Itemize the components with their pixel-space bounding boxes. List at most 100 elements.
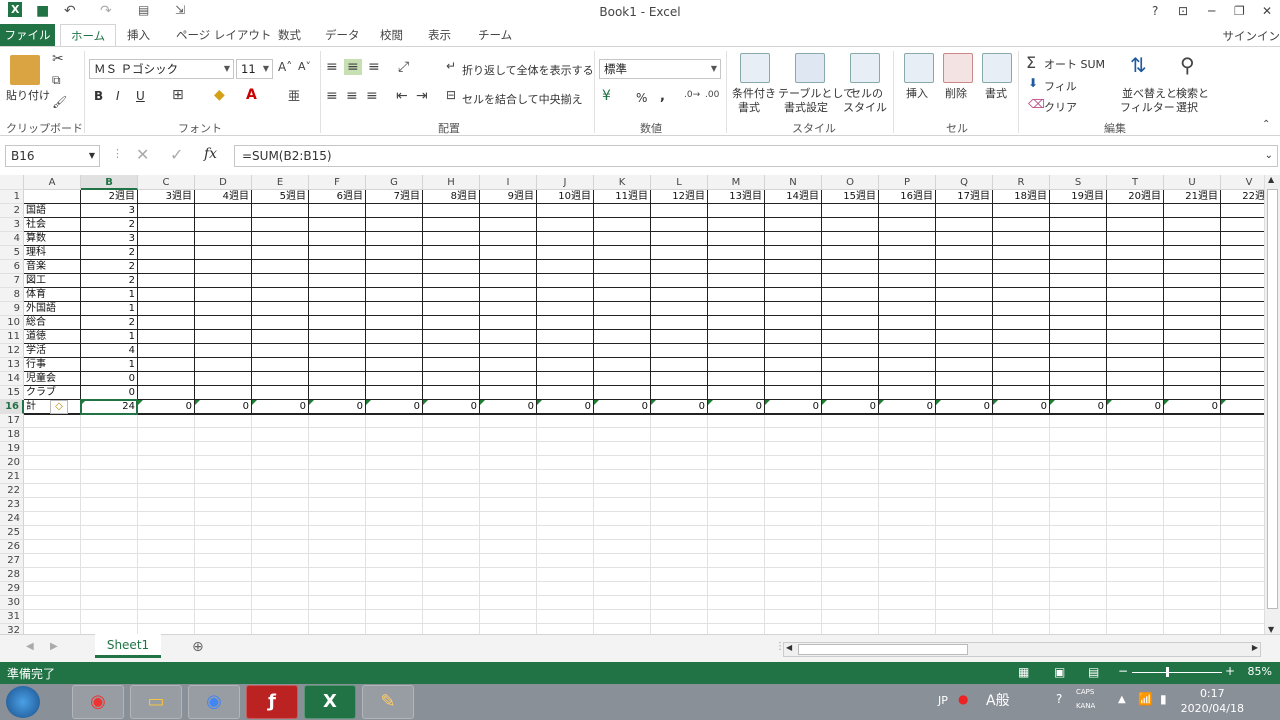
cell-m2[interactable] bbox=[708, 204, 765, 218]
tab-formulas[interactable]: 数式 bbox=[268, 24, 311, 46]
cell-j10[interactable] bbox=[537, 316, 594, 330]
cell-q9[interactable] bbox=[936, 302, 993, 316]
cell-b30[interactable] bbox=[81, 596, 138, 610]
cell-g31[interactable] bbox=[366, 610, 423, 624]
cell-j16[interactable]: 0 bbox=[537, 400, 594, 414]
cell-a20[interactable] bbox=[24, 456, 81, 470]
cell-k31[interactable] bbox=[594, 610, 651, 624]
column-header-f[interactable]: F bbox=[309, 175, 366, 190]
cell-a32[interactable] bbox=[24, 624, 81, 634]
cell-l22[interactable] bbox=[651, 484, 708, 498]
formula-input[interactable]: =SUM(B2:B15) ⌄ bbox=[234, 145, 1278, 167]
ime-mode-icon[interactable]: A般 bbox=[986, 690, 1010, 710]
cell-e6[interactable] bbox=[252, 260, 309, 274]
cell-u8[interactable] bbox=[1164, 288, 1221, 302]
cell-r10[interactable] bbox=[993, 316, 1050, 330]
cell-e4[interactable] bbox=[252, 232, 309, 246]
cell-g18[interactable] bbox=[366, 428, 423, 442]
cell-r1[interactable]: 18週目 bbox=[993, 190, 1050, 204]
italic-button[interactable]: I bbox=[116, 89, 120, 103]
cell-j5[interactable] bbox=[537, 246, 594, 260]
cell-d19[interactable] bbox=[195, 442, 252, 456]
cell-p21[interactable] bbox=[879, 470, 936, 484]
cell-s29[interactable] bbox=[1050, 582, 1107, 596]
cell-i32[interactable] bbox=[480, 624, 537, 634]
cell-q15[interactable] bbox=[936, 386, 993, 400]
cell-k17[interactable] bbox=[594, 414, 651, 428]
row-header-18[interactable]: 18 bbox=[0, 428, 24, 442]
cell-i22[interactable] bbox=[480, 484, 537, 498]
cell-m20[interactable] bbox=[708, 456, 765, 470]
cell-g23[interactable] bbox=[366, 498, 423, 512]
signin-link[interactable]: サインイン bbox=[1223, 28, 1280, 44]
cell-b2[interactable]: 3 bbox=[81, 204, 138, 218]
cell-p8[interactable] bbox=[879, 288, 936, 302]
cell-j8[interactable] bbox=[537, 288, 594, 302]
cell-g3[interactable] bbox=[366, 218, 423, 232]
cell-m24[interactable] bbox=[708, 512, 765, 526]
cell-r20[interactable] bbox=[993, 456, 1050, 470]
cell-s16[interactable]: 0 bbox=[1050, 400, 1107, 414]
cell-i13[interactable] bbox=[480, 358, 537, 372]
cell-m16[interactable]: 0 bbox=[708, 400, 765, 414]
cell-b17[interactable] bbox=[81, 414, 138, 428]
insert-cells-icon[interactable] bbox=[904, 53, 934, 83]
cell-n13[interactable] bbox=[765, 358, 822, 372]
cell-b23[interactable] bbox=[81, 498, 138, 512]
cell-m17[interactable] bbox=[708, 414, 765, 428]
cell-a14[interactable]: 児童会 bbox=[24, 372, 81, 386]
cell-b32[interactable] bbox=[81, 624, 138, 634]
cell-c28[interactable] bbox=[138, 568, 195, 582]
cell-p25[interactable] bbox=[879, 526, 936, 540]
cell-m30[interactable] bbox=[708, 596, 765, 610]
cell-h5[interactable] bbox=[423, 246, 480, 260]
paste-icon[interactable] bbox=[10, 55, 40, 85]
cell-d8[interactable] bbox=[195, 288, 252, 302]
cell-n18[interactable] bbox=[765, 428, 822, 442]
cell-d15[interactable] bbox=[195, 386, 252, 400]
cell-r2[interactable] bbox=[993, 204, 1050, 218]
cell-o28[interactable] bbox=[822, 568, 879, 582]
cell-l17[interactable] bbox=[651, 414, 708, 428]
cell-k15[interactable] bbox=[594, 386, 651, 400]
cell-k10[interactable] bbox=[594, 316, 651, 330]
number-format-combo[interactable]: 標準 ▼ bbox=[599, 59, 721, 79]
cell-c15[interactable] bbox=[138, 386, 195, 400]
cell-v21[interactable] bbox=[1221, 470, 1264, 484]
cell-r16[interactable]: 0 bbox=[993, 400, 1050, 414]
cell-f15[interactable] bbox=[309, 386, 366, 400]
cell-u22[interactable] bbox=[1164, 484, 1221, 498]
tab-team[interactable]: チーム bbox=[468, 24, 522, 46]
cell-p10[interactable] bbox=[879, 316, 936, 330]
cell-f14[interactable] bbox=[309, 372, 366, 386]
cell-g10[interactable] bbox=[366, 316, 423, 330]
cell-a15[interactable]: クラブ bbox=[24, 386, 81, 400]
cell-t4[interactable] bbox=[1107, 232, 1164, 246]
cell-q17[interactable] bbox=[936, 414, 993, 428]
cell-j18[interactable] bbox=[537, 428, 594, 442]
new-sheet-icon[interactable]: ⊕ bbox=[192, 639, 204, 655]
cell-q24[interactable] bbox=[936, 512, 993, 526]
cell-v26[interactable] bbox=[1221, 540, 1264, 554]
cell-j32[interactable] bbox=[537, 624, 594, 634]
cell-e27[interactable] bbox=[252, 554, 309, 568]
cell-p16[interactable]: 0 bbox=[879, 400, 936, 414]
font-color-icon[interactable]: A bbox=[246, 87, 257, 103]
cell-h30[interactable] bbox=[423, 596, 480, 610]
cell-f24[interactable] bbox=[309, 512, 366, 526]
error-warning-icon[interactable]: ◇ bbox=[50, 400, 68, 414]
cell-h19[interactable] bbox=[423, 442, 480, 456]
cell-e21[interactable] bbox=[252, 470, 309, 484]
cell-o30[interactable] bbox=[822, 596, 879, 610]
cell-m23[interactable] bbox=[708, 498, 765, 512]
align-center-icon[interactable]: ≡ bbox=[346, 88, 358, 104]
cell-d16[interactable]: 0 bbox=[195, 400, 252, 414]
cell-n3[interactable] bbox=[765, 218, 822, 232]
cell-u20[interactable] bbox=[1164, 456, 1221, 470]
cell-c10[interactable] bbox=[138, 316, 195, 330]
cell-u10[interactable] bbox=[1164, 316, 1221, 330]
cell-l3[interactable] bbox=[651, 218, 708, 232]
cell-m21[interactable] bbox=[708, 470, 765, 484]
cell-a21[interactable] bbox=[24, 470, 81, 484]
cell-r19[interactable] bbox=[993, 442, 1050, 456]
